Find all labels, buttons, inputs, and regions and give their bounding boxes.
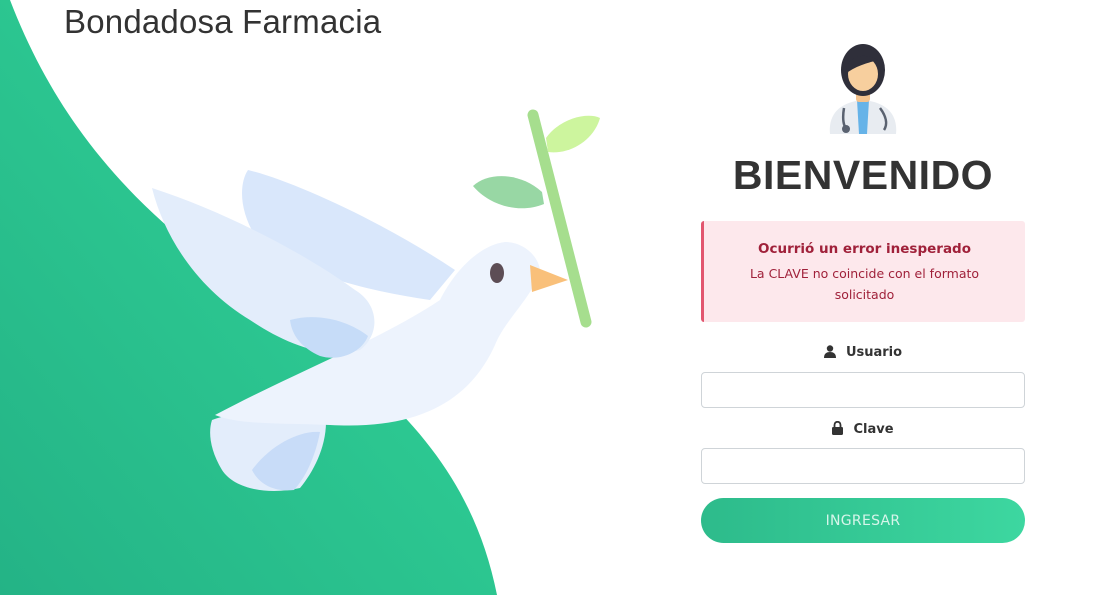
password-input[interactable]: [701, 448, 1025, 484]
login-page: Bondadosa Farmacia BIENVENIDO Ocurrió un…: [0, 0, 1100, 595]
error-alert-message: La CLAVE no coincide con el formato soli…: [749, 266, 980, 302]
lock-icon: [832, 421, 844, 435]
user-icon: [823, 345, 836, 358]
username-label: Usuario: [845, 345, 903, 360]
error-alert-title: Ocurrió un error inesperado: [758, 241, 971, 257]
welcome-heading: BIENVENIDO: [732, 152, 994, 198]
login-submit-button[interactable]: INGRESAR: [701, 498, 1025, 543]
password-label: Clave: [853, 422, 894, 437]
doctor-avatar-icon: [829, 44, 897, 134]
username-input[interactable]: [701, 372, 1025, 408]
error-alert: Ocurrió un error inesperado La CLAVE no …: [701, 221, 1025, 322]
password-label-row: Clave: [701, 421, 1025, 437]
dove-with-olive-branch-icon: [152, 109, 600, 491]
username-label-row: Usuario: [701, 345, 1025, 360]
brand-title: Bondadosa Farmacia: [64, 3, 382, 40]
